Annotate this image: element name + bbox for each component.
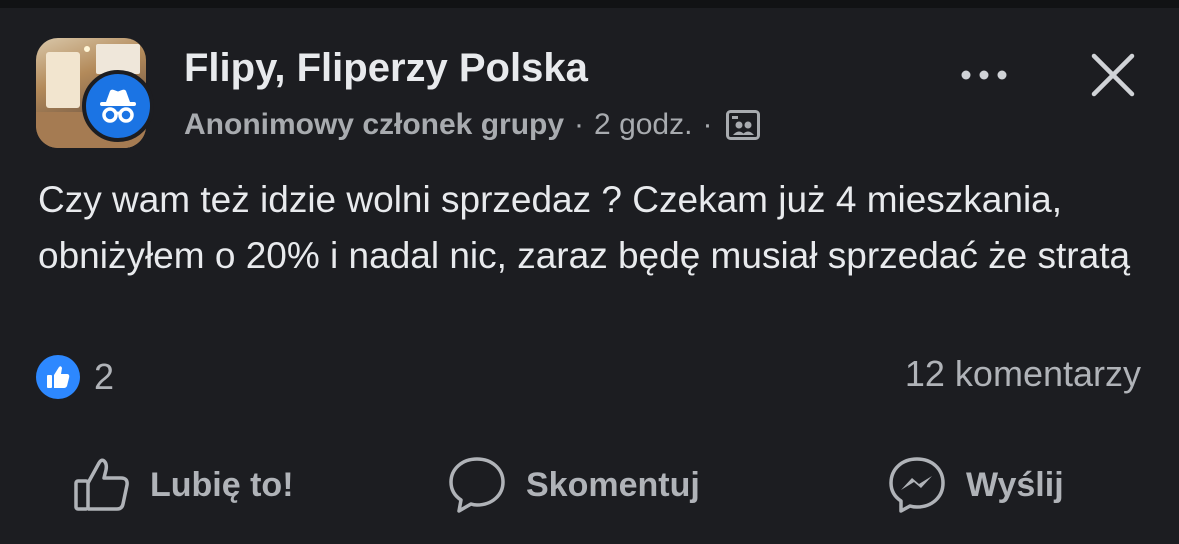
meta-separator: · bbox=[702, 108, 713, 141]
meta-separator: · bbox=[574, 108, 585, 141]
avatar-photo-lamp bbox=[84, 46, 90, 52]
speech-bubble-icon bbox=[449, 457, 505, 513]
close-icon bbox=[1091, 53, 1135, 97]
send-button[interactable]: Wyślij bbox=[886, 450, 1064, 520]
author-name[interactable]: Anonimowy członek grupy bbox=[184, 108, 564, 142]
post-time[interactable]: 2 godz. bbox=[594, 108, 692, 142]
more-options-button[interactable] bbox=[956, 60, 1012, 90]
anonymous-member-avatar[interactable] bbox=[82, 70, 154, 142]
send-button-label: Wyślij bbox=[966, 465, 1064, 504]
like-button-label: Lubię to! bbox=[150, 465, 294, 504]
reaction-count: 2 bbox=[94, 356, 115, 397]
thumbs-up-outline-icon bbox=[74, 458, 129, 511]
thumbs-up-icon bbox=[47, 366, 70, 388]
reactions-summary[interactable]: 2 bbox=[36, 355, 114, 399]
comment-button-label: Skomentuj bbox=[526, 465, 700, 504]
like-button[interactable]: Lubię to! bbox=[72, 450, 294, 520]
comments-count-link[interactable]: 12 komentarzy bbox=[905, 353, 1141, 395]
group-members-icon bbox=[726, 110, 761, 140]
post-actions-bar: Lubię to! Skomentuj Wyślij bbox=[0, 450, 1179, 520]
close-button[interactable] bbox=[1088, 50, 1138, 100]
post-text: Czy wam też idzie wolni sprzedaz ? Czeka… bbox=[38, 179, 1131, 276]
post-header: Flipy, Fliperzy Polska Anonimowy członek… bbox=[36, 38, 1146, 148]
more-horizontal-icon bbox=[961, 70, 1007, 80]
top-edge bbox=[0, 0, 1179, 8]
messenger-icon bbox=[889, 457, 945, 513]
group-name[interactable]: Flipy, Fliperzy Polska bbox=[184, 46, 588, 91]
like-reaction-badge bbox=[36, 355, 80, 399]
post-meta: Anonimowy członek grupy · 2 godz. · bbox=[184, 108, 761, 142]
comment-button[interactable]: Skomentuj bbox=[446, 450, 700, 520]
incognito-icon bbox=[100, 89, 136, 123]
avatar-photo-window bbox=[46, 52, 80, 108]
